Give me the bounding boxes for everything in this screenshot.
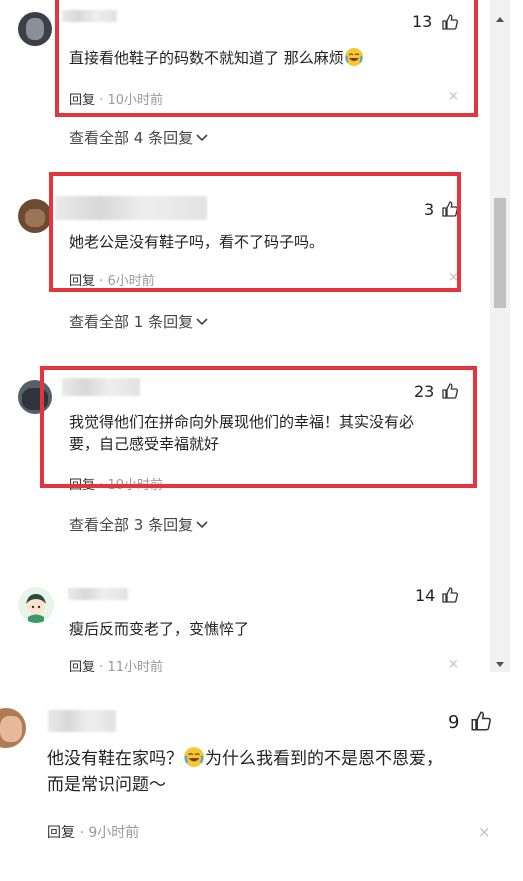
view-all-replies[interactable]: 查看全部 3 条回复: [69, 514, 208, 535]
close-icon[interactable]: ×: [448, 657, 459, 672]
comments-panel: 13 直接看他鞋子的码数不就知道了 那么麻烦 回复 · 10小时前 × 查看全部…: [0, 0, 490, 672]
thumbs-up-icon[interactable]: [471, 711, 491, 731]
scroll-up-arrow-icon[interactable]: [490, 10, 510, 30]
highlight-box: [55, 0, 478, 117]
blurred-username: [48, 710, 116, 732]
close-icon[interactable]: ×: [478, 823, 491, 841]
comment-text: 瘦后反而变老了，变憔悴了: [69, 620, 250, 638]
blurred-username: [68, 588, 128, 600]
reply-button[interactable]: 回复: [47, 825, 75, 841]
like-count: 9: [448, 712, 460, 733]
avatar[interactable]: [18, 199, 52, 233]
like-count: 14: [415, 586, 436, 605]
view-all-replies[interactable]: 查看全部 4 条回复: [69, 127, 208, 148]
chevron-down-icon: [196, 521, 208, 529]
timestamp: 9小时前: [88, 825, 140, 841]
highlight-box: [40, 366, 477, 488]
avatar[interactable]: [18, 587, 54, 623]
avatar[interactable]: [18, 12, 52, 46]
reply-button[interactable]: 回复: [69, 660, 95, 672]
highlight-box: [49, 172, 461, 292]
comment-meta: 回复 · 11小时前: [69, 656, 163, 672]
scrollbar[interactable]: [490, 0, 510, 672]
crying-laughing-emoji: [184, 747, 204, 767]
timestamp: 11小时前: [107, 660, 163, 672]
thumbs-up-icon[interactable]: [442, 587, 458, 603]
chevron-down-icon: [196, 134, 208, 142]
view-all-replies[interactable]: 查看全部 1 条回复: [69, 311, 208, 332]
avatar[interactable]: [0, 708, 26, 748]
chevron-down-icon: [196, 318, 208, 326]
comment-text: 他没有鞋在家吗？ 为什么我看到的不是恩不恩爱， 而是常识问题～: [47, 746, 507, 798]
cartoon-avatar: [26, 594, 46, 623]
scroll-down-arrow-icon[interactable]: [490, 654, 510, 674]
scrollbar-thumb[interactable]: [494, 198, 506, 308]
comment-meta: 回复 · 9小时前: [47, 825, 140, 841]
